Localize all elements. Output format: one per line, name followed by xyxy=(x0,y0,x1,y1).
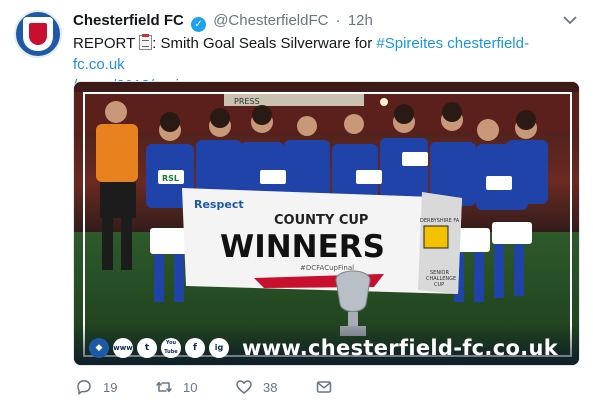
instagram-icon: ig xyxy=(209,338,229,358)
timestamp[interactable]: 12h xyxy=(348,12,373,29)
club-crest-icon xyxy=(23,17,53,51)
retweet-icon xyxy=(156,381,172,393)
hashtag-link[interactable]: #Spireites xyxy=(376,35,443,52)
heart-icon xyxy=(236,380,252,394)
photo-frame xyxy=(83,92,572,357)
social-icons: ◆ www t You Tube f ig xyxy=(89,338,229,358)
clipboard-icon xyxy=(139,34,153,50)
retweet-count: 10 xyxy=(183,379,198,395)
facebook-icon: f xyxy=(185,338,205,358)
envelope-icon xyxy=(316,381,332,393)
reply-count: 19 xyxy=(103,379,118,395)
tweet[interactable]: Chesterfield FC ✓ @ChesterfieldFC · 12h … xyxy=(0,0,593,407)
chevron-down-icon[interactable] xyxy=(563,12,577,28)
separator: · xyxy=(335,12,341,29)
reply-button[interactable]: 19 xyxy=(75,378,117,396)
footer-url: www.chesterfield-fc.co.uk xyxy=(242,336,558,360)
direct-message-button[interactable] xyxy=(315,378,343,396)
tweet-photo[interactable]: PRESS RSL Respect COUNTY CUP WINNERS #DC… xyxy=(73,81,580,366)
tweet-header: Chesterfield FC ✓ @ChesterfieldFC · 12h xyxy=(73,11,373,32)
tweet-actions: 19 10 38 xyxy=(75,378,375,400)
club-badge-icon: ◆ xyxy=(89,338,109,358)
tweet-text-main: : Smith Goal Seals Silverware for xyxy=(152,35,377,52)
tweet-text-prefix: REPORT xyxy=(73,35,140,52)
reply-icon xyxy=(77,380,91,395)
author-name[interactable]: Chesterfield FC xyxy=(73,12,184,29)
youtube-icon: You Tube xyxy=(161,338,181,358)
website-icon: www xyxy=(113,338,133,358)
verified-badge-icon: ✓ xyxy=(191,17,207,32)
author-handle[interactable]: @ChesterfieldFC xyxy=(213,12,328,29)
like-count: 38 xyxy=(263,379,278,395)
retweet-button[interactable]: 10 xyxy=(155,378,197,396)
twitter-icon: t xyxy=(137,338,157,358)
avatar[interactable] xyxy=(14,10,62,58)
like-button[interactable]: 38 xyxy=(235,378,277,396)
